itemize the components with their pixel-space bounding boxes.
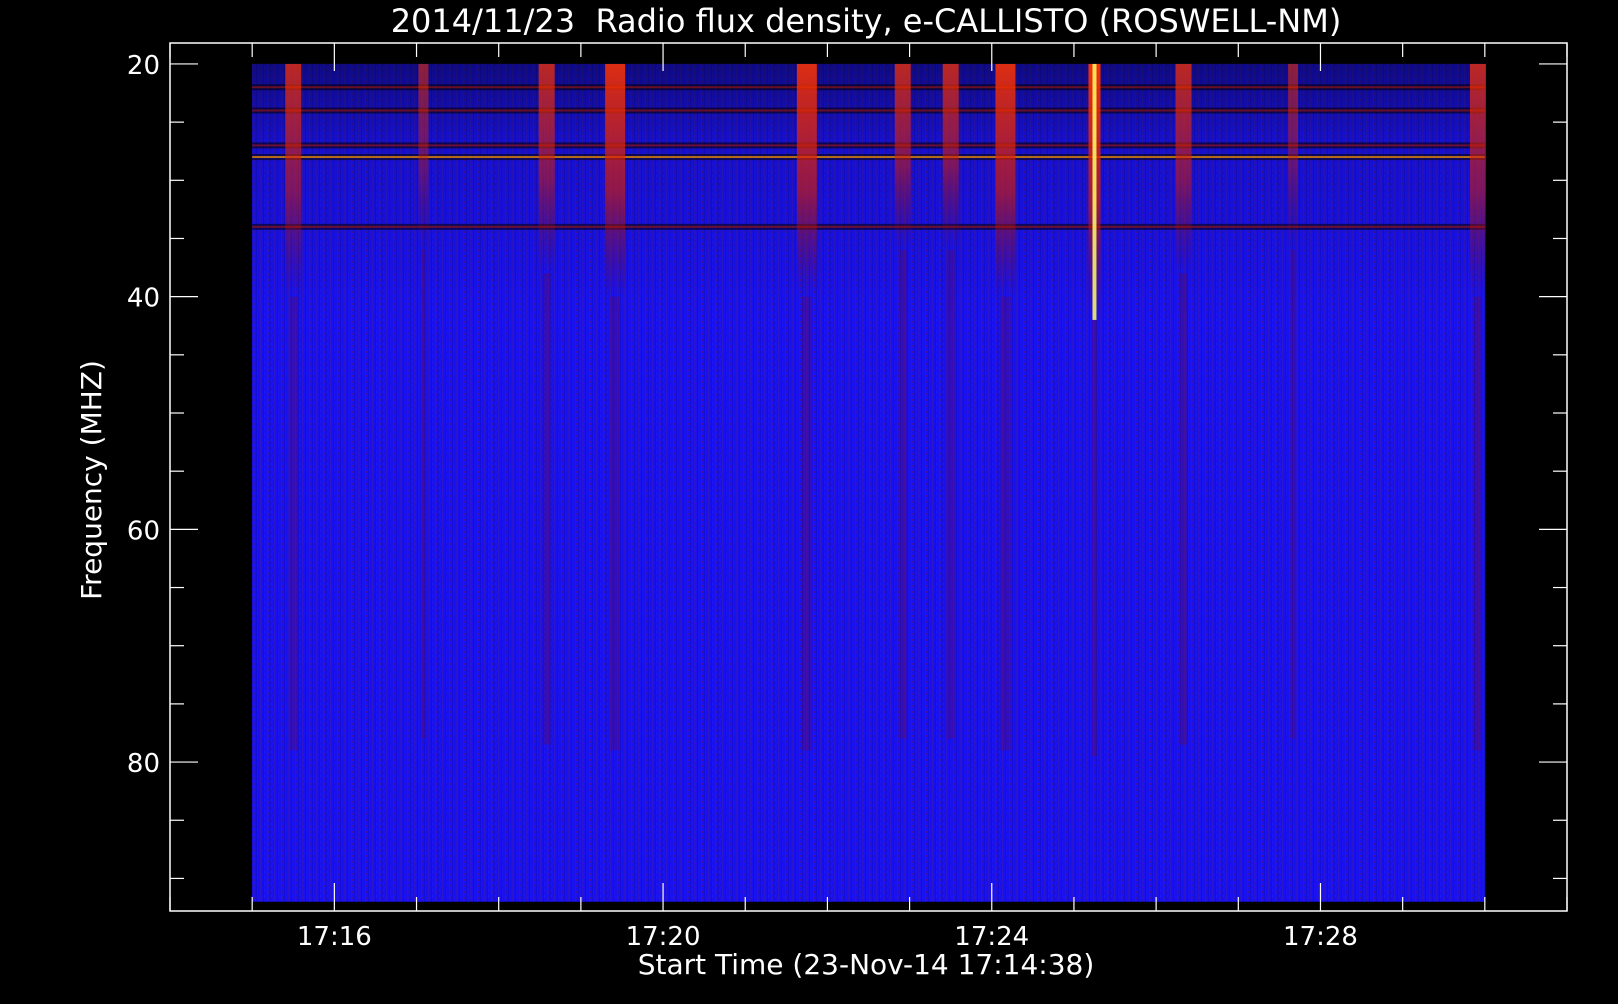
interference-band-line bbox=[252, 156, 1485, 159]
radio-burst-tail bbox=[1000, 296, 1011, 751]
radio-burst-tail bbox=[420, 250, 426, 739]
radio-burst-tail bbox=[898, 250, 907, 739]
interference-band-line bbox=[252, 225, 1485, 228]
radio-burst bbox=[605, 63, 626, 297]
radio-burst-tail bbox=[1473, 296, 1482, 751]
heatmap-noise-band bbox=[252, 63, 1485, 320]
radio-burst bbox=[942, 63, 959, 251]
interference-band-line bbox=[252, 144, 1485, 147]
radio-burst bbox=[995, 63, 1016, 297]
y-axis-label: Frequency (MHZ) bbox=[75, 360, 108, 600]
radio-burst-tail bbox=[946, 250, 955, 739]
radio-burst bbox=[538, 63, 555, 274]
y-tick-label: 40 bbox=[127, 284, 160, 314]
radio-burst bbox=[1175, 63, 1192, 274]
radio-burst-tail bbox=[610, 296, 621, 751]
radio-burst bbox=[1288, 63, 1299, 251]
interference-band-line bbox=[252, 86, 1485, 89]
x-tick-label: 17:16 bbox=[297, 922, 372, 952]
radio-burst-tail bbox=[542, 273, 551, 745]
spectrogram-chart: 17:16 17:20 17:24 17:28 20 40 60 80 2014/11/23… bbox=[0, 0, 1618, 1000]
radio-burst bbox=[285, 63, 302, 297]
spectrogram-heatmap bbox=[252, 63, 1486, 902]
x-axis-label: Start Time (23-Nov-14 17:14:38) bbox=[638, 948, 1095, 981]
radio-burst-tail bbox=[1091, 319, 1098, 757]
radio-burst bbox=[1469, 63, 1486, 297]
x-tick-label: 17:28 bbox=[1283, 922, 1358, 952]
chart-svg: 17:16 17:20 17:24 17:28 20406080 2014/11/23… bbox=[75, 2, 1568, 981]
radio-burst-tail bbox=[1179, 273, 1188, 745]
radio-burst-tail bbox=[1290, 250, 1296, 739]
y-tick-label: 20 bbox=[127, 51, 160, 81]
chart-title: 2014/11/23 Radio flux density, e-CALLIST… bbox=[391, 2, 1342, 40]
radio-burst-tail bbox=[801, 296, 812, 751]
radio-burst-core bbox=[1092, 63, 1097, 320]
radio-burst bbox=[796, 63, 817, 297]
y-axis-tick-labels: 20 40 60 80 bbox=[127, 51, 160, 779]
y-tick-label: 80 bbox=[127, 749, 160, 779]
interference-band-line bbox=[252, 109, 1485, 112]
y-tick-label: 60 bbox=[127, 516, 160, 546]
radio-burst-tail bbox=[289, 296, 298, 751]
radio-burst bbox=[894, 63, 911, 251]
radio-burst bbox=[418, 63, 429, 251]
